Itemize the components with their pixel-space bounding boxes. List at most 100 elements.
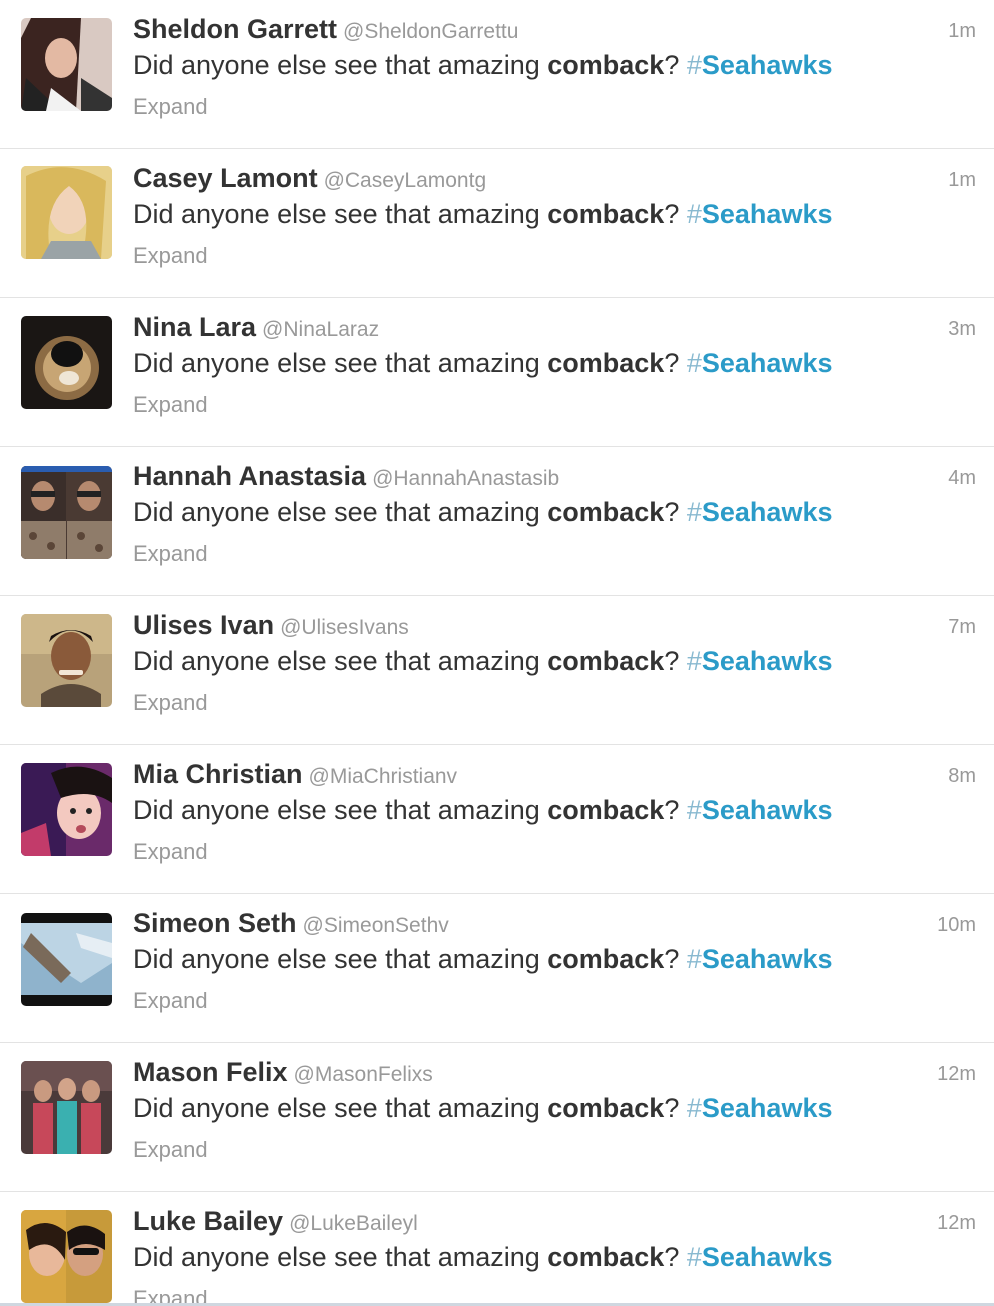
user-handle[interactable]: @SimeonSethv (303, 914, 449, 937)
hashtag-symbol: # (686, 795, 702, 825)
tweet-text-post: ? (664, 944, 687, 974)
hashtag-link[interactable]: #Seahawks (687, 1242, 833, 1272)
tweet-time[interactable]: 1m (948, 169, 976, 192)
avatar[interactable] (21, 1210, 112, 1303)
hashtag-word: Seahawks (701, 348, 833, 378)
expand-link[interactable]: Expand (133, 1286, 208, 1303)
hashtag-link[interactable]: #Seahawks (687, 944, 833, 974)
hashtag-link[interactable]: #Seahawks (687, 50, 833, 80)
tweet-text: Did anyone else see that amazing comback… (133, 646, 832, 677)
user-name[interactable]: Mason Felix (133, 1057, 288, 1087)
tweet-time[interactable]: 12m (937, 1063, 976, 1086)
user-handle[interactable]: @SheldonGarrettu (343, 20, 518, 43)
avatar[interactable] (21, 614, 112, 707)
expand-link[interactable]: Expand (133, 839, 208, 865)
tweet-item[interactable]: Simeon Seth @SimeonSethv 10m Did anyone e… (0, 894, 994, 1043)
tweet-header: Casey Lamont @CaseyLamontg (133, 163, 486, 194)
tweet-item[interactable]: Mason Felix @MasonFelixs 12m Did anyone e… (0, 1043, 994, 1192)
tweet-text-pre: Did anyone else see that amazing (133, 944, 548, 974)
user-handle[interactable]: @HannahAnastasib (372, 467, 559, 490)
hashtag-link[interactable]: #Seahawks (687, 497, 833, 527)
tweet-text-bold: comback (547, 348, 665, 378)
user-name[interactable]: Ulises Ivan (133, 610, 274, 640)
expand-link[interactable]: Expand (133, 690, 208, 716)
tweet-text-pre: Did anyone else see that amazing (133, 646, 548, 676)
tweet-item[interactable]: Mia Christian @MiaChristianv 8m Did anyon… (0, 745, 994, 894)
user-name[interactable]: Luke Bailey (133, 1206, 283, 1236)
hashtag-word: Seahawks (701, 795, 833, 825)
hashtag-symbol: # (686, 50, 702, 80)
tweet-time[interactable]: 8m (948, 765, 976, 788)
tweet-item[interactable]: Hannah Anastasia @HannahAnastasib 4m Did … (0, 447, 994, 596)
avatar[interactable] (21, 913, 112, 1006)
tweet-item[interactable]: Luke Bailey @LukeBaileyl 12m Did anyone e… (0, 1192, 994, 1303)
user-handle[interactable]: @MasonFelixs (294, 1063, 433, 1086)
tweet-text-post: ? (664, 199, 687, 229)
tweet-time[interactable]: 1m (948, 20, 976, 43)
hashtag-symbol: # (686, 1242, 702, 1272)
tweet-time[interactable]: 7m (948, 616, 976, 639)
hashtag-symbol: # (686, 1093, 702, 1123)
user-handle[interactable]: @NinaLaraz (262, 318, 379, 341)
tweet-item[interactable]: Casey Lamont @CaseyLamontg 1m Did anyone … (0, 149, 994, 298)
hashtag-symbol: # (686, 646, 702, 676)
avatar[interactable] (21, 18, 112, 111)
hashtag-symbol: # (686, 944, 702, 974)
tweet-item[interactable]: Sheldon Garrett @SheldonGarrettu 1m Did a… (0, 0, 994, 149)
tweet-item[interactable]: Ulises Ivan @UlisesIvans 7m Did anyone el… (0, 596, 994, 745)
hashtag-link[interactable]: #Seahawks (687, 795, 833, 825)
tweet-text-bold: comback (547, 1242, 665, 1272)
user-name[interactable]: Casey Lamont (133, 163, 318, 193)
tweet-header: Sheldon Garrett @SheldonGarrettu (133, 14, 518, 45)
hashtag-word: Seahawks (701, 497, 833, 527)
hashtag-link[interactable]: #Seahawks (687, 348, 833, 378)
hashtag-word: Seahawks (701, 1242, 833, 1272)
user-name[interactable]: Simeon Seth (133, 908, 297, 938)
user-handle[interactable]: @CaseyLamontg (324, 169, 487, 192)
expand-link[interactable]: Expand (133, 541, 208, 567)
tweet-text-post: ? (664, 1242, 687, 1272)
tweet-text-pre: Did anyone else see that amazing (133, 199, 548, 229)
expand-link[interactable]: Expand (133, 243, 208, 269)
profile-photo-dark-icon (21, 316, 112, 409)
tweet-header: Simeon Seth @SimeonSethv (133, 908, 449, 939)
profile-photo-mirror-icon (21, 466, 112, 559)
hashtag-link[interactable]: #Seahawks (687, 646, 833, 676)
tweet-text: Did anyone else see that amazing comback… (133, 50, 832, 81)
tweet-time[interactable]: 10m (937, 914, 976, 937)
user-name[interactable]: Sheldon Garrett (133, 14, 337, 44)
tweet-time[interactable]: 12m (937, 1212, 976, 1235)
tweet-text-bold: comback (547, 646, 665, 676)
tweet-text-bold: comback (547, 795, 665, 825)
tweet-text-pre: Did anyone else see that amazing (133, 1093, 548, 1123)
user-handle[interactable]: @UlisesIvans (280, 616, 409, 639)
profile-photo-couple-icon (21, 1210, 112, 1303)
tweet-time[interactable]: 4m (948, 467, 976, 490)
expand-link[interactable]: Expand (133, 1137, 208, 1163)
avatar[interactable] (21, 1061, 112, 1154)
user-handle[interactable]: @LukeBaileyl (289, 1212, 418, 1235)
tweet-time[interactable]: 3m (948, 318, 976, 341)
tweet-feed: Sheldon Garrett @SheldonGarrettu 1m Did a… (0, 0, 994, 1306)
tweet-header: Hannah Anastasia @HannahAnastasib (133, 461, 559, 492)
user-name[interactable]: Mia Christian (133, 759, 303, 789)
expand-link[interactable]: Expand (133, 392, 208, 418)
profile-photo-woman-icon (21, 18, 112, 111)
avatar[interactable] (21, 763, 112, 856)
tweet-text-bold: comback (547, 1093, 665, 1123)
profile-photo-blonde-icon (21, 166, 112, 259)
expand-link[interactable]: Expand (133, 988, 208, 1014)
user-name[interactable]: Nina Lara (133, 312, 256, 342)
hashtag-link[interactable]: #Seahawks (687, 199, 833, 229)
profile-photo-group-icon (21, 1061, 112, 1154)
hashtag-link[interactable]: #Seahawks (687, 1093, 833, 1123)
avatar[interactable] (21, 166, 112, 259)
tweet-item[interactable]: Nina Lara @NinaLaraz 3m Did anyone else s… (0, 298, 994, 447)
user-handle[interactable]: @MiaChristianv (309, 765, 458, 788)
expand-link[interactable]: Expand (133, 94, 208, 120)
avatar[interactable] (21, 466, 112, 559)
user-name[interactable]: Hannah Anastasia (133, 461, 366, 491)
avatar[interactable] (21, 316, 112, 409)
tweet-text: Did anyone else see that amazing comback… (133, 348, 832, 379)
hashtag-symbol: # (686, 497, 702, 527)
